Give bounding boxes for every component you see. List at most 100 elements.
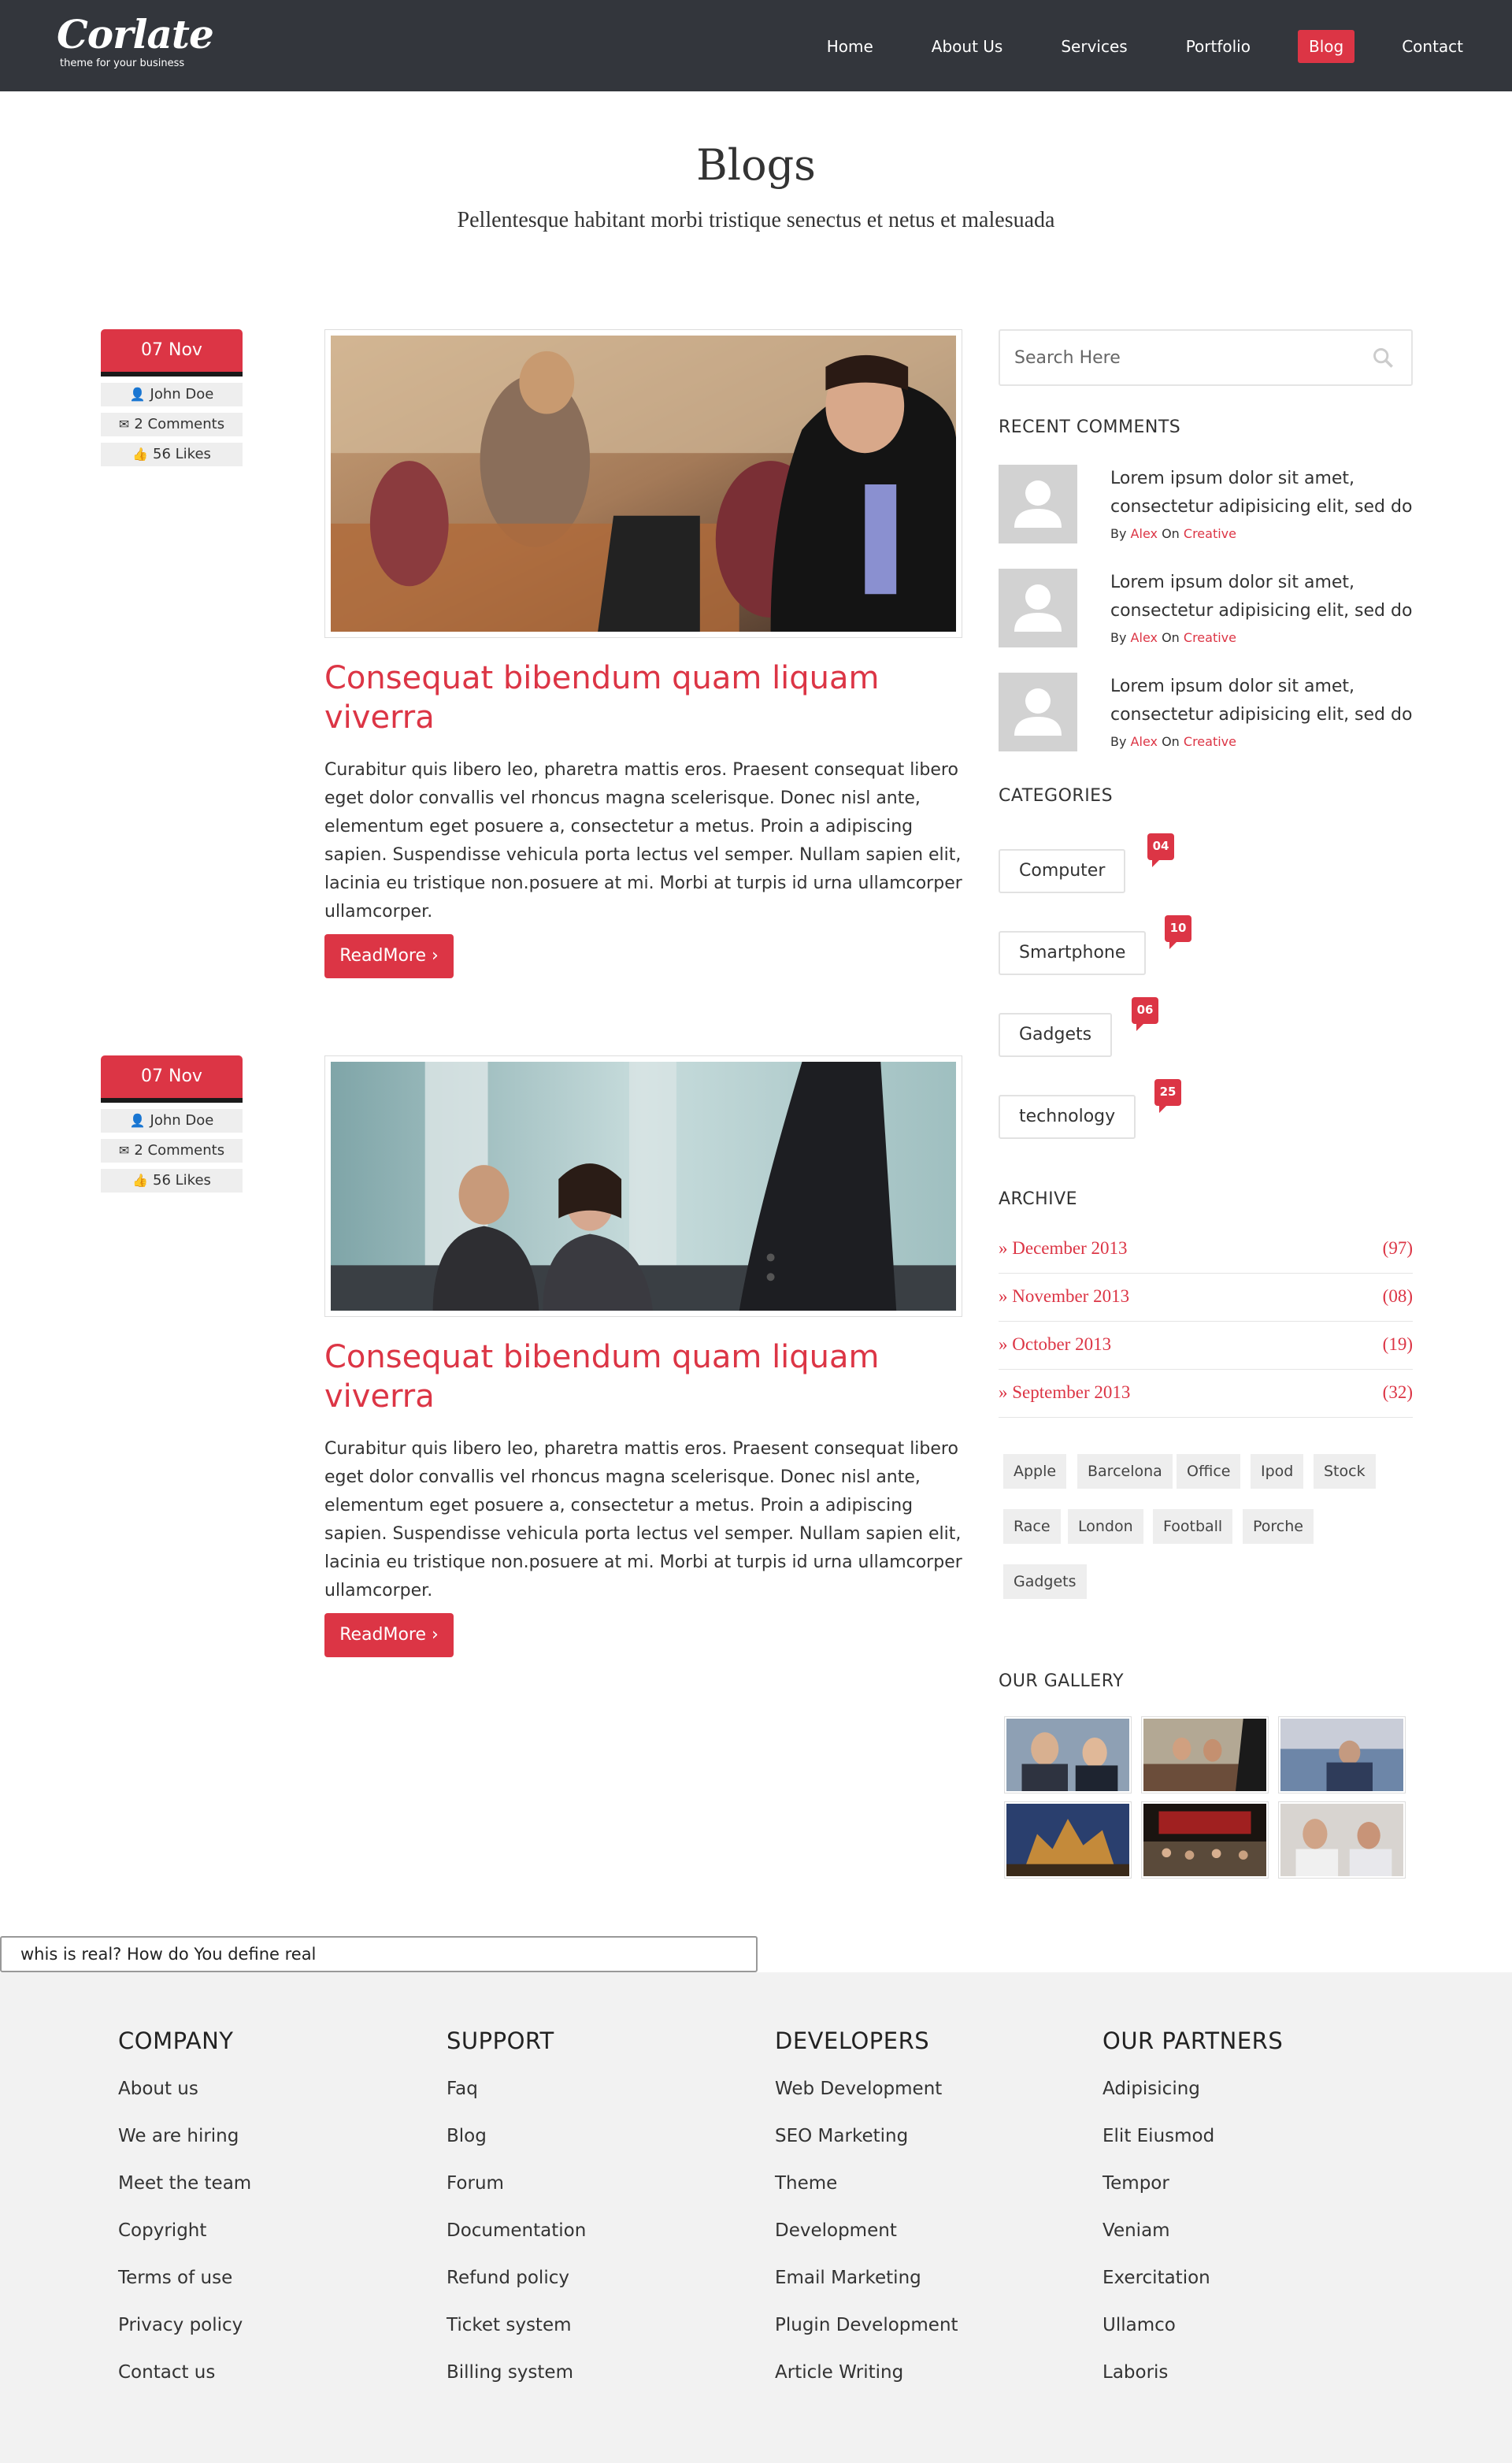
post-date-badge: 07 Nov bbox=[101, 329, 243, 376]
footer-link[interactable]: SEO Marketing bbox=[775, 2112, 958, 2160]
chat-input[interactable] bbox=[0, 1936, 758, 1972]
office-meeting-photo bbox=[331, 336, 956, 633]
comment-category-link[interactable]: Creative bbox=[1184, 734, 1236, 749]
page-subtitle: Pellentesque habitant morbi tristique se… bbox=[457, 208, 1055, 232]
search-input[interactable] bbox=[1000, 331, 1354, 384]
footer-link[interactable]: Adipisicing bbox=[1102, 2065, 1283, 2112]
footer-link[interactable]: Faq bbox=[447, 2065, 586, 2112]
gallery-thumbnail[interactable] bbox=[1279, 1717, 1405, 1793]
user-icon: 👤 bbox=[129, 1113, 146, 1128]
footer-link[interactable]: Privacy policy bbox=[118, 2302, 251, 2349]
footer-link[interactable]: Laboris bbox=[1102, 2349, 1283, 2396]
logo-name: Corlate bbox=[57, 11, 214, 57]
footer-link[interactable]: Copyright bbox=[118, 2207, 251, 2254]
comment-author-link[interactable]: Alex bbox=[1131, 734, 1158, 749]
post-comments[interactable]: ✉ 2 Comments bbox=[101, 413, 243, 436]
nav-item-portfolio[interactable]: Portfolio bbox=[1175, 30, 1262, 63]
post-comments[interactable]: ✉ 2 Comments bbox=[101, 1139, 243, 1163]
tag-stock[interactable]: Stock bbox=[1314, 1454, 1376, 1489]
footer-link[interactable]: About us bbox=[118, 2065, 251, 2112]
footer-link[interactable]: Email Marketing bbox=[775, 2254, 958, 2302]
footer-link[interactable]: Tempor bbox=[1102, 2160, 1283, 2207]
post-excerpt: Curabitur quis libero leo, pharetra matt… bbox=[324, 760, 962, 922]
footer-link[interactable]: Veniam bbox=[1102, 2207, 1283, 2254]
footer-link[interactable]: Elit Eiusmod bbox=[1102, 2112, 1283, 2160]
tag-barcelona[interactable]: Barcelona bbox=[1077, 1454, 1173, 1489]
footer-link[interactable]: Billing system bbox=[447, 2349, 586, 2396]
category-gadgets[interactable]: Gadgets bbox=[999, 1013, 1113, 1057]
nav-item-services[interactable]: Services bbox=[1050, 30, 1138, 63]
gallery-thumbnail[interactable] bbox=[1005, 1802, 1131, 1878]
gallery-thumbnail[interactable] bbox=[1005, 1717, 1131, 1793]
tag-football[interactable]: Football bbox=[1153, 1509, 1233, 1544]
post-likes[interactable]: 👍 56 Likes bbox=[101, 1169, 243, 1193]
footer-link[interactable]: Exercitation bbox=[1102, 2254, 1283, 2302]
business-team-photo bbox=[331, 1062, 956, 1311]
post-author-label: John Doe bbox=[150, 1112, 214, 1129]
footer-link[interactable]: Development bbox=[775, 2207, 958, 2254]
footer-link[interactable]: Terms of use bbox=[118, 2254, 251, 2302]
footer-link[interactable]: Article Writing bbox=[775, 2349, 958, 2396]
gallery-thumbnail[interactable] bbox=[1142, 1717, 1268, 1793]
thumbs-up-icon: 👍 bbox=[132, 447, 149, 462]
archive-month: » September 2013 bbox=[999, 1382, 1131, 1402]
post-likes[interactable]: 👍 56 Likes bbox=[101, 443, 243, 466]
footer-column-partners: OUR PARTNERS Adipisicing Elit Eiusmod Te… bbox=[1102, 2027, 1283, 2396]
categories-heading: CATEGORIES bbox=[999, 786, 1114, 806]
tag-gadgets[interactable]: Gadgets bbox=[1003, 1564, 1087, 1599]
comment-author-link[interactable]: Alex bbox=[1131, 630, 1158, 645]
nav-item-contact[interactable]: Contact bbox=[1391, 30, 1474, 63]
archive-item[interactable]: » November 2013 (08) bbox=[999, 1274, 1413, 1322]
post-meta: 07 Nov 👤 John Doe ✉ 2 Comments 👍 56 Like… bbox=[101, 1055, 243, 1193]
post-title[interactable]: Consequat bibendum quam liquam viverra bbox=[324, 1337, 962, 1416]
readmore-button[interactable]: ReadMore › bbox=[324, 934, 454, 978]
navbar: Corlate theme for your business Home Abo… bbox=[0, 0, 1512, 91]
footer-link[interactable]: Documentation bbox=[447, 2207, 586, 2254]
gallery-thumbnail[interactable] bbox=[1142, 1802, 1268, 1878]
tag-london[interactable]: London bbox=[1068, 1509, 1143, 1544]
recent-comment: Lorem ipsum dolor sit amet, consectetur … bbox=[999, 569, 1416, 647]
post-title[interactable]: Consequat bibendum quam liquam viverra bbox=[324, 658, 962, 737]
footer-link[interactable]: Plugin Development bbox=[775, 2302, 958, 2349]
readmore-button[interactable]: ReadMore › bbox=[324, 1613, 454, 1657]
tag-ipod[interactable]: Ipod bbox=[1251, 1454, 1304, 1489]
nav-item-blog[interactable]: Blog bbox=[1297, 30, 1355, 63]
footer-link[interactable]: Blog bbox=[447, 2112, 586, 2160]
post-author[interactable]: 👤 John Doe bbox=[101, 1109, 243, 1133]
post-image[interactable] bbox=[324, 1055, 962, 1317]
footer-link[interactable]: Ullamco bbox=[1102, 2302, 1283, 2349]
footer-link[interactable]: We are hiring bbox=[118, 2112, 251, 2160]
gallery-thumbnail[interactable] bbox=[1279, 1802, 1405, 1878]
comment-category-link[interactable]: Creative bbox=[1184, 526, 1236, 541]
archive-item[interactable]: » October 2013 (19) bbox=[999, 1322, 1413, 1370]
category-count-badge: 04 bbox=[1147, 833, 1174, 867]
category-computer[interactable]: Computer bbox=[999, 849, 1126, 893]
nav-item-home[interactable]: Home bbox=[816, 30, 884, 63]
footer-link[interactable]: Ticket system bbox=[447, 2302, 586, 2349]
category-count-badge: 10 bbox=[1165, 915, 1191, 949]
footer-link[interactable]: Meet the team bbox=[118, 2160, 251, 2207]
footer-link[interactable]: Web Development bbox=[775, 2065, 958, 2112]
footer-link[interactable]: Contact us bbox=[118, 2349, 251, 2396]
logo[interactable]: Corlate theme for your business bbox=[57, 11, 214, 69]
footer-link[interactable]: Forum bbox=[447, 2160, 586, 2207]
tag-porche[interactable]: Porche bbox=[1243, 1509, 1314, 1544]
comment-category-link[interactable]: Creative bbox=[1184, 630, 1236, 645]
tag-apple[interactable]: Apple bbox=[1003, 1454, 1067, 1489]
nav-item-about-us[interactable]: About Us bbox=[921, 30, 1014, 63]
archive-item[interactable]: » December 2013 (97) bbox=[999, 1226, 1413, 1274]
comment-text: Lorem ipsum dolor sit amet, consectetur … bbox=[1110, 469, 1413, 517]
tag-race[interactable]: Race bbox=[1003, 1509, 1061, 1544]
category-smartphone[interactable]: Smartphone bbox=[999, 931, 1147, 975]
tag-office[interactable]: Office bbox=[1177, 1454, 1241, 1489]
category-technology[interactable]: technology bbox=[999, 1095, 1136, 1139]
footer-link[interactable]: Refund policy bbox=[447, 2254, 586, 2302]
archive-item[interactable]: » September 2013 (32) bbox=[999, 1370, 1413, 1418]
user-icon: 👤 bbox=[129, 387, 146, 402]
search-icon[interactable] bbox=[1372, 347, 1394, 369]
post-author[interactable]: 👤 John Doe bbox=[101, 383, 243, 406]
comment-author-link[interactable]: Alex bbox=[1131, 526, 1158, 541]
post-image[interactable] bbox=[324, 329, 962, 638]
footer-link[interactable]: Theme bbox=[775, 2160, 958, 2207]
archive-month: » October 2013 bbox=[999, 1334, 1112, 1354]
